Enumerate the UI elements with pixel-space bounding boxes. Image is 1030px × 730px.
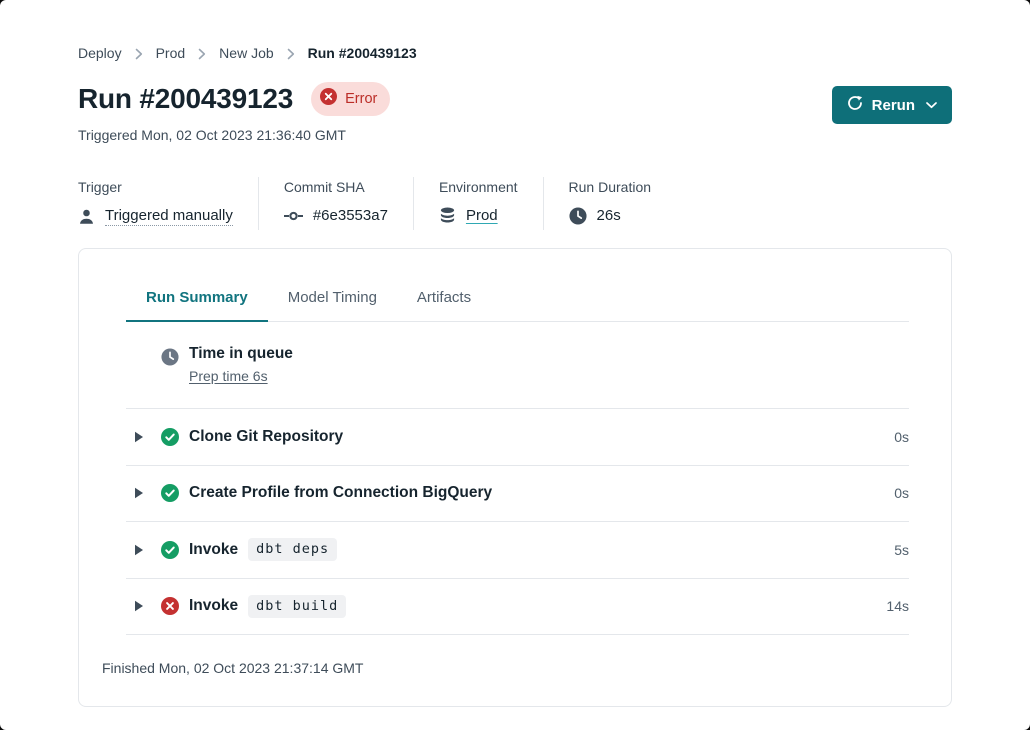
meta-col-trigger: Trigger Triggered manually bbox=[78, 177, 259, 230]
step-row: Invoke dbt deps 5s bbox=[126, 522, 909, 579]
caret-right-icon[interactable] bbox=[134, 600, 144, 612]
step-row: Clone Git Repository 0s bbox=[126, 409, 909, 466]
queue-title: Time in queue bbox=[189, 345, 293, 363]
step-duration: 0s bbox=[894, 485, 909, 501]
step-row: Invoke dbt build 14s bbox=[126, 579, 909, 636]
caret-right-icon[interactable] bbox=[134, 544, 144, 556]
error-circle-icon bbox=[320, 88, 337, 110]
check-circle-icon bbox=[161, 484, 179, 502]
refresh-icon bbox=[847, 95, 863, 115]
chevron-down-icon[interactable] bbox=[926, 102, 937, 109]
check-circle-icon bbox=[161, 428, 179, 446]
run-metadata-strip: Trigger Triggered manually Commit SHA #6e35… bbox=[78, 177, 952, 230]
breadcrumb-item-run-200439123: Run #200439123 bbox=[308, 45, 417, 61]
tab-artifacts[interactable]: Artifacts bbox=[397, 289, 491, 322]
person-icon bbox=[78, 208, 95, 225]
step-duration: 14s bbox=[886, 598, 909, 614]
chevron-right-icon bbox=[198, 48, 206, 60]
breadcrumb-item-new-job[interactable]: New Job bbox=[219, 45, 273, 61]
meta-col-run-duration: Run Duration 26s bbox=[544, 177, 677, 230]
status-badge: Error bbox=[311, 82, 390, 116]
meta-col-environment: Environment Prod bbox=[414, 177, 544, 230]
meta-value[interactable]: Prod bbox=[466, 206, 498, 225]
step-title: Clone Git Repository bbox=[189, 428, 343, 446]
breadcrumb: Deploy Prod New Job Run #200439123 bbox=[78, 0, 952, 61]
breadcrumb-item-deploy[interactable]: Deploy bbox=[78, 45, 122, 61]
time-in-queue-row: Time in queue Prep time 6s bbox=[126, 322, 909, 409]
x-circle-icon bbox=[161, 597, 179, 615]
tab-model-timing[interactable]: Model Timing bbox=[268, 289, 397, 322]
status-badge-label: Error bbox=[345, 91, 377, 108]
tab-run-summary[interactable]: Run Summary bbox=[126, 289, 268, 322]
prep-time-link[interactable]: Prep time 6s bbox=[189, 368, 268, 384]
step-row: Create Profile from Connection BigQuery 0… bbox=[126, 466, 909, 523]
meta-label: Trigger bbox=[78, 179, 233, 195]
meta-label: Commit SHA bbox=[284, 179, 388, 195]
breadcrumb-item-prod[interactable]: Prod bbox=[156, 45, 186, 61]
finished-timestamp: Finished Mon, 02 Oct 2023 21:37:14 GMT bbox=[79, 635, 951, 706]
step-duration: 0s bbox=[894, 429, 909, 445]
clock-icon bbox=[569, 207, 587, 225]
step-title: Create Profile from Connection BigQuery bbox=[189, 484, 492, 502]
check-circle-icon bbox=[161, 541, 179, 559]
rerun-button-label: Rerun bbox=[872, 97, 915, 114]
chevron-right-icon bbox=[287, 48, 295, 60]
page-header: Run #200439123 Error Triggered Mon, 02 O… bbox=[78, 82, 952, 143]
database-icon bbox=[439, 207, 456, 224]
chevron-right-icon bbox=[135, 48, 143, 60]
step-title: Invoke dbt deps bbox=[189, 538, 337, 561]
triggered-timestamp: Triggered Mon, 02 Oct 2023 21:36:40 GMT bbox=[78, 127, 390, 143]
clock-icon bbox=[161, 348, 179, 366]
step-list: Time in queue Prep time 6s Clone Git Rep… bbox=[126, 322, 909, 635]
meta-label: Run Duration bbox=[569, 179, 652, 195]
meta-value: #6e3553a7 bbox=[313, 206, 388, 225]
run-detail-page: Deploy Prod New Job Run #200439123 Run #200… bbox=[0, 0, 1030, 730]
meta-label: Environment bbox=[439, 179, 518, 195]
command-chip: dbt deps bbox=[248, 538, 337, 561]
run-summary-card: Run SummaryModel TimingArtifacts Time in… bbox=[78, 248, 952, 707]
commit-icon bbox=[284, 210, 303, 222]
rerun-button[interactable]: Rerun bbox=[832, 86, 952, 124]
meta-value[interactable]: Triggered manually bbox=[105, 206, 233, 226]
page-title: Run #200439123 bbox=[78, 82, 293, 116]
meta-col-commit-sha: Commit SHA #6e3553a7 bbox=[259, 177, 414, 230]
meta-value: 26s bbox=[597, 206, 621, 225]
caret-right-icon[interactable] bbox=[134, 431, 144, 443]
step-title: Invoke dbt build bbox=[189, 595, 346, 618]
command-chip: dbt build bbox=[248, 595, 346, 618]
step-duration: 5s bbox=[894, 542, 909, 558]
tab-bar: Run SummaryModel TimingArtifacts bbox=[126, 289, 909, 322]
caret-right-icon[interactable] bbox=[134, 487, 144, 499]
